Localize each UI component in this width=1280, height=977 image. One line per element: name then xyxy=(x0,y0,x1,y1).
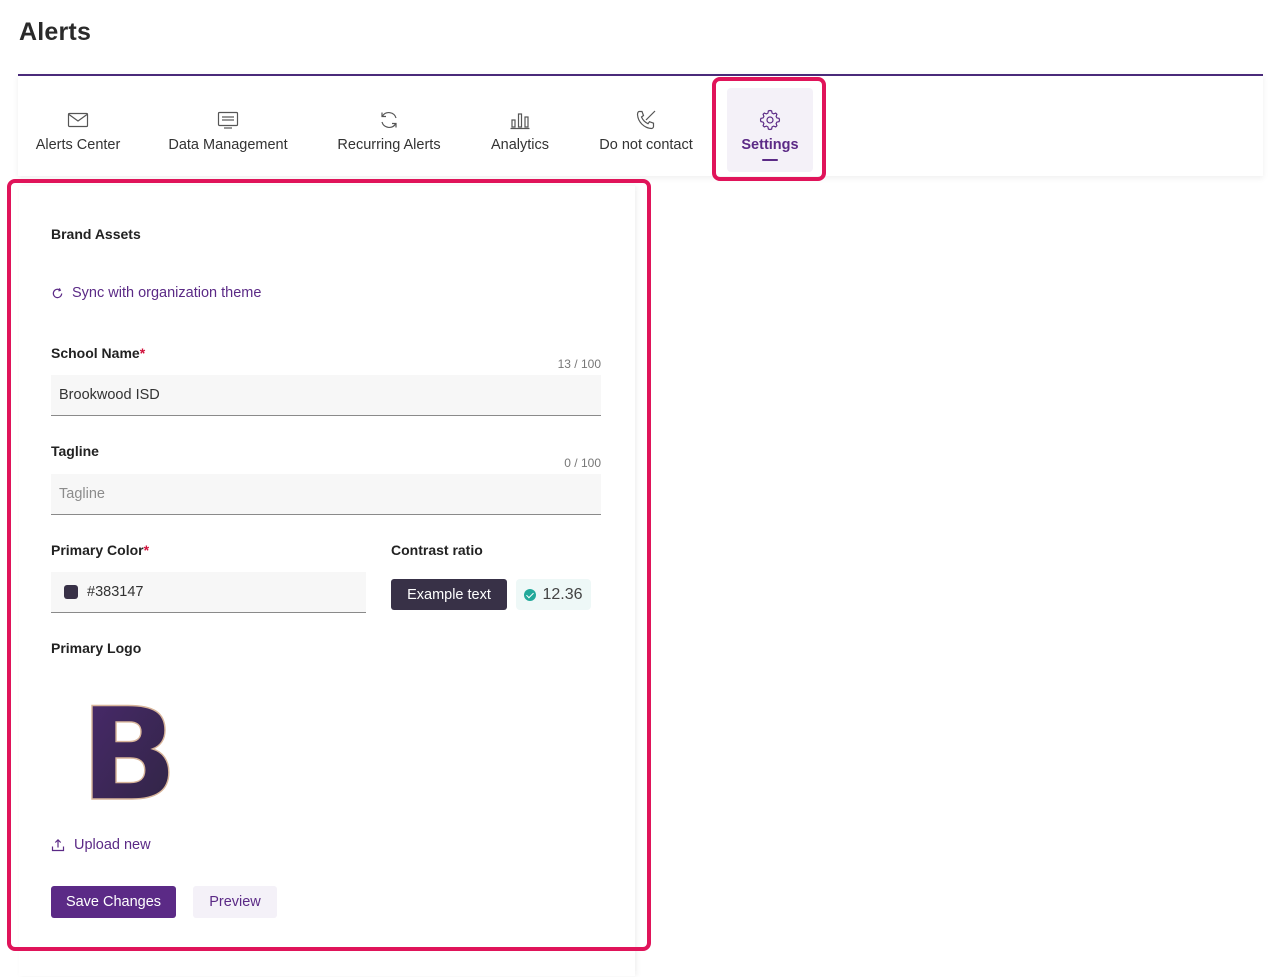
upload-label: Upload new xyxy=(74,837,151,853)
gear-icon xyxy=(759,109,781,131)
refresh-icon xyxy=(52,287,63,298)
logo-letter: B xyxy=(80,698,178,804)
required-mark: * xyxy=(143,542,150,558)
tagline-field[interactable]: Tagline xyxy=(51,474,601,515)
sync-theme-link[interactable]: Sync with organization theme xyxy=(51,285,261,301)
example-text-preview: Example text xyxy=(391,579,507,610)
primary-color-label-text: Primary Color xyxy=(51,542,144,558)
tab-label: Settings xyxy=(741,137,799,153)
tab-bar: Alerts Center Data Management Recurring … xyxy=(18,74,1263,176)
active-tab-indicator xyxy=(762,159,778,161)
primary-color-field[interactable]: #383147 xyxy=(51,572,366,613)
primary-color-value: #383147 xyxy=(87,584,144,600)
save-changes-button[interactable]: Save Changes xyxy=(51,886,176,918)
primary-color-label: Primary Color* xyxy=(51,542,149,558)
required-mark: * xyxy=(139,345,146,361)
tagline-counter: 0 / 100 xyxy=(564,456,601,470)
contrast-ratio-value: 12.36 xyxy=(542,585,583,603)
section-title: Brand Assets xyxy=(51,226,141,242)
preview-button[interactable]: Preview xyxy=(193,886,277,918)
tab-analytics[interactable]: Analytics xyxy=(485,88,555,172)
school-logo-image: B xyxy=(80,698,178,804)
tab-recurring-alerts[interactable]: Recurring Alerts xyxy=(329,88,449,172)
upload-new-link[interactable]: Upload new xyxy=(51,837,151,853)
school-name-label-text: School Name xyxy=(51,345,140,361)
school-name-counter: 13 / 100 xyxy=(557,357,601,371)
refresh-icon xyxy=(381,112,397,128)
tab-label: Recurring Alerts xyxy=(337,137,441,153)
bar-chart-icon xyxy=(510,113,530,130)
tab-label: Alerts Center xyxy=(35,137,121,153)
tagline-label: Tagline xyxy=(51,443,99,459)
phone-off-icon xyxy=(636,110,656,130)
page-title: Alerts xyxy=(19,18,92,46)
contrast-ratio-badge: 12.36 xyxy=(516,579,591,610)
tab-label: Do not contact xyxy=(599,137,693,153)
check-circle-icon xyxy=(524,588,537,601)
primary-logo-label: Primary Logo xyxy=(51,640,142,656)
school-name-label: School Name* xyxy=(51,345,145,361)
color-swatch[interactable] xyxy=(64,585,78,599)
school-name-field[interactable]: Brookwood ISD xyxy=(51,375,601,416)
monitor-icon xyxy=(217,111,239,129)
tab-do-not-contact[interactable]: Do not contact xyxy=(596,88,696,172)
upload-icon xyxy=(51,838,65,852)
tab-alerts-center[interactable]: Alerts Center xyxy=(28,88,128,172)
envelope-icon xyxy=(67,112,89,128)
tab-label: Data Management xyxy=(168,137,288,153)
contrast-ratio-label: Contrast ratio xyxy=(391,542,483,558)
tab-settings[interactable]: Settings xyxy=(727,88,813,172)
tab-data-management[interactable]: Data Management xyxy=(163,88,293,172)
sync-link-label: Sync with organization theme xyxy=(72,285,262,301)
tab-label: Analytics xyxy=(490,137,550,153)
